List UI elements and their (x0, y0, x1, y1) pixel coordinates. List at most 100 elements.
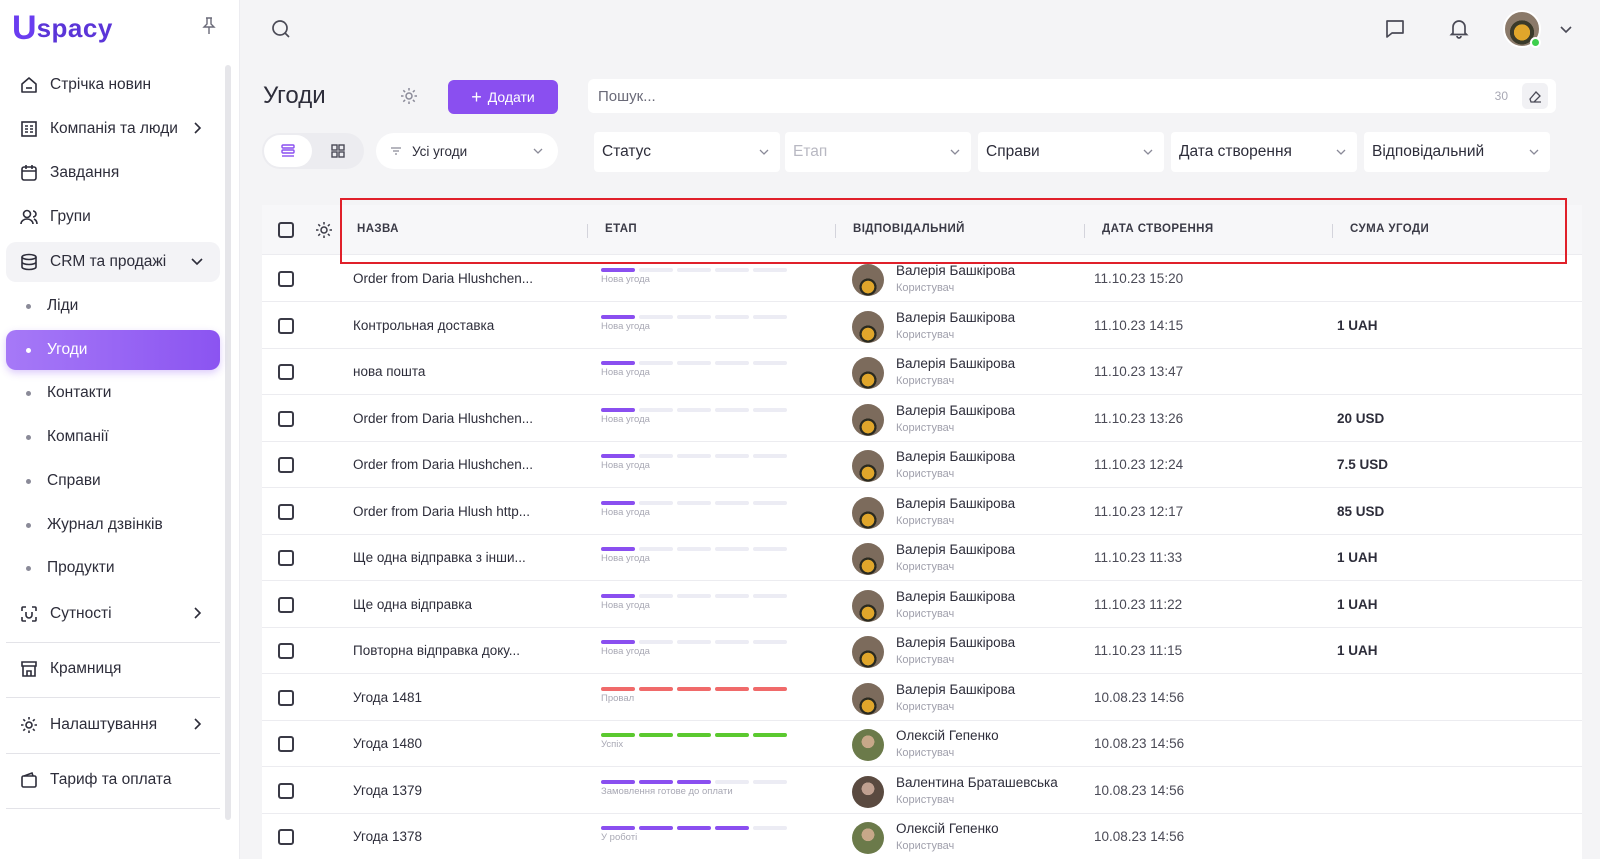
affairs-filter[interactable]: Справи (978, 132, 1164, 172)
avatar[interactable] (852, 310, 884, 343)
deal-name-link[interactable]: Угода 1379 (353, 783, 422, 798)
avatar[interactable] (852, 496, 884, 529)
deal-name-link[interactable]: Угода 1480 (353, 736, 422, 751)
table-row[interactable]: Угода 1481 Провал Валерія Башкірова Користу… (262, 675, 1582, 721)
row-checkbox[interactable] (278, 457, 294, 473)
stage-progress[interactable]: Успіх (601, 733, 821, 757)
add-deal-button[interactable]: + Додати (448, 80, 558, 114)
stage-progress[interactable]: Нова угода (601, 500, 821, 525)
stage-progress[interactable]: Нова угода (601, 640, 821, 664)
chevron-down-icon[interactable] (1559, 22, 1573, 36)
table-row[interactable]: Угода 1480 Успіх Олексій Гепенко Користувач… (262, 721, 1582, 767)
gear-icon[interactable] (314, 220, 334, 240)
responsible-name[interactable]: Олексій Гепенко (896, 728, 999, 743)
table-row[interactable]: Order from Daria Hlushchen... Нова угода В… (262, 256, 1582, 302)
table-row[interactable]: Контрольная доставка Нова угода Валерія Ба… (262, 303, 1582, 349)
table-row[interactable]: нова пошта Нова угода Валерія Башкірова Кор… (262, 349, 1582, 395)
row-checkbox[interactable] (278, 736, 294, 752)
sidebar-item-groups[interactable]: Групи (6, 197, 220, 237)
row-checkbox[interactable] (278, 829, 294, 845)
column-header-sum[interactable]: СУМА УГОДИ (1350, 223, 1429, 235)
row-checkbox[interactable] (278, 643, 294, 659)
row-checkbox[interactable] (278, 596, 294, 613)
pin-icon[interactable] (200, 16, 218, 36)
column-separator[interactable] (835, 224, 836, 238)
avatar[interactable] (852, 775, 884, 808)
sidebar-scrollbar[interactable] (225, 65, 231, 820)
sidebar-item-entities[interactable]: Сутності (6, 594, 220, 634)
avatar[interactable] (852, 543, 884, 575)
sidebar-sub-deals[interactable]: Угоди (6, 330, 220, 370)
responsible-name[interactable]: Олексій Гепенко (896, 821, 999, 836)
created-date-filter[interactable]: Дата створення (1171, 132, 1357, 172)
deal-name-link[interactable]: Угода 1378 (353, 829, 422, 844)
responsible-name[interactable]: Валерія Башкірова (896, 356, 1015, 371)
search-input[interactable] (598, 87, 1458, 105)
row-checkbox[interactable] (278, 689, 294, 706)
table-row[interactable]: Ще одна відправка Нова угода Валерія Башкі… (262, 582, 1582, 628)
row-checkbox[interactable] (278, 410, 294, 427)
grid-view-button[interactable] (314, 135, 362, 167)
sidebar-item-company[interactable]: Компанія та люди (6, 109, 220, 149)
avatar[interactable] (852, 636, 884, 668)
sidebar-sub-calls[interactable]: Журнал дзвінків (6, 505, 220, 545)
stage-progress[interactable]: Нова угода (601, 593, 821, 618)
responsible-filter[interactable]: Відповідальний (1364, 132, 1550, 172)
sidebar-item-settings[interactable]: Налаштування (6, 705, 220, 745)
stage-progress[interactable]: Провал (601, 686, 821, 711)
stage-progress[interactable]: Нова угода (601, 407, 821, 432)
deal-name-link[interactable]: Угода 1481 (353, 690, 422, 705)
gear-icon[interactable] (399, 86, 419, 106)
avatar[interactable] (852, 450, 884, 482)
responsible-name[interactable]: Валерія Башкірова (896, 589, 1015, 604)
stage-progress[interactable]: Замовлення готове до оплати (601, 779, 821, 804)
responsible-name[interactable]: Валерія Башкірова (896, 449, 1015, 464)
user-avatar[interactable] (1503, 10, 1541, 48)
responsible-name[interactable]: Валентина Браташевська (896, 775, 1058, 790)
status-filter[interactable]: Статус (594, 132, 780, 172)
row-checkbox[interactable] (278, 503, 294, 520)
deal-name-link[interactable]: Order from Daria Hlushchen... (353, 411, 533, 426)
search-icon[interactable] (270, 18, 292, 40)
responsible-name[interactable]: Валерія Башкірова (896, 542, 1015, 557)
table-row[interactable]: Order from Daria Hlushchen... Нова угода В… (262, 396, 1582, 442)
column-separator[interactable] (1332, 224, 1333, 238)
stage-progress[interactable]: У роботі (601, 826, 821, 850)
table-row[interactable]: Order from Daria Hlush http... Нова угода… (262, 489, 1582, 535)
sidebar-sub-affairs[interactable]: Справи (6, 461, 220, 501)
deal-name-link[interactable]: Ще одна відправка (353, 597, 472, 612)
table-row[interactable]: Ще одна відправка з інши... Нова угода Вал… (262, 535, 1582, 581)
deal-name-link[interactable]: Ще одна відправка з інши... (353, 550, 526, 565)
sidebar-item-tasks[interactable]: Завдання (6, 153, 220, 193)
avatar[interactable] (852, 822, 884, 854)
select-all-checkbox[interactable] (278, 222, 294, 238)
responsible-name[interactable]: Валерія Башкірова (896, 496, 1015, 511)
column-separator[interactable] (587, 224, 588, 238)
row-checkbox[interactable] (278, 364, 294, 380)
stage-progress[interactable]: Нова угода (601, 454, 821, 478)
deal-name-link[interactable]: Order from Daria Hlushchen... (353, 457, 533, 472)
preset-filter-select[interactable]: Усі угоди (376, 133, 558, 169)
deal-name-link[interactable]: Контрольная доставка (353, 318, 494, 333)
column-header-name[interactable]: НАЗВА (357, 223, 399, 235)
chat-icon[interactable] (1383, 17, 1407, 41)
avatar[interactable] (852, 682, 884, 715)
table-row[interactable]: Повторна відправка доку... Нова угода Вале… (262, 628, 1582, 674)
column-header-responsible[interactable]: ВІДПОВІДАЛЬНИЙ (853, 223, 965, 235)
row-checkbox[interactable] (278, 271, 294, 287)
bell-icon[interactable] (1447, 16, 1471, 40)
responsible-name[interactable]: Валерія Башкірова (896, 682, 1015, 697)
deal-name-link[interactable]: нова пошта (353, 364, 425, 379)
deal-name-link[interactable]: Order from Daria Hlush http... (353, 504, 530, 519)
sidebar-item-news[interactable]: Стрічка новин (6, 65, 220, 105)
sidebar-item-billing[interactable]: Тариф та оплата (6, 760, 220, 800)
responsible-name[interactable]: Валерія Башкірова (896, 635, 1015, 650)
stage-filter[interactable]: Етап (785, 132, 971, 172)
stage-progress[interactable]: Нова угода (601, 314, 821, 339)
responsible-name[interactable]: Валерія Башкірова (896, 310, 1015, 325)
row-checkbox[interactable] (278, 782, 294, 799)
table-row[interactable]: Order from Daria Hlushchen... Нова угода В… (262, 442, 1582, 488)
deal-name-link[interactable]: Повторна відправка доку... (353, 643, 520, 658)
sidebar-item-store[interactable]: Крамниця (6, 649, 220, 689)
sidebar-sub-products[interactable]: Продукти (6, 548, 220, 588)
